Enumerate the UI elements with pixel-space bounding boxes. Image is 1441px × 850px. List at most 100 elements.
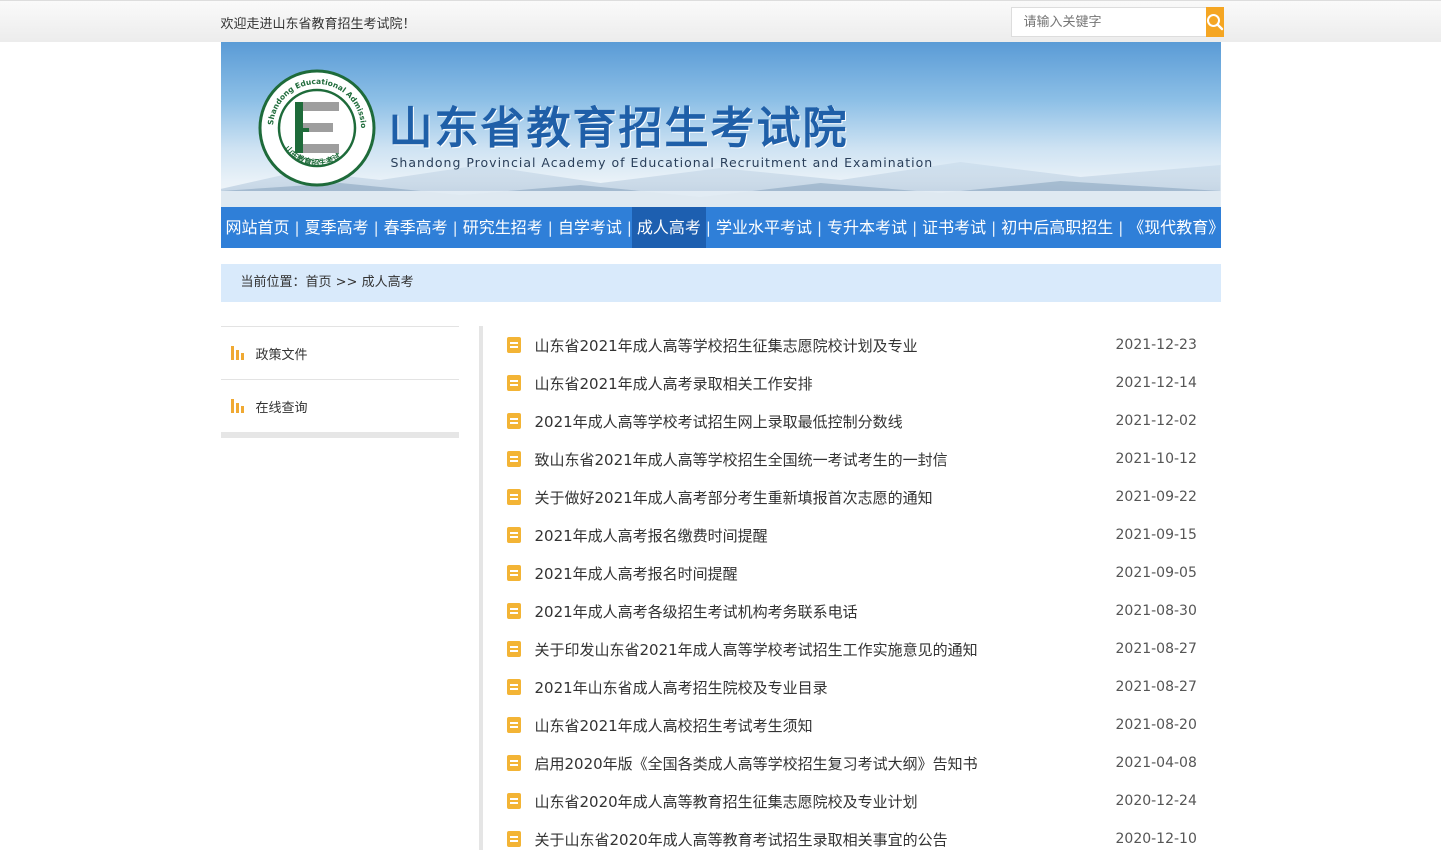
nav-item[interactable]: 春季高考 [379,207,453,248]
welcome-text: 欢迎走进山东省教育招生考试院！ [220,17,416,32]
article-date: 2021-10-12 [1115,451,1197,467]
nav-item[interactable]: 证书考试 [917,207,991,248]
article-date: 2021-12-14 [1115,375,1197,391]
list-item[interactable]: 2021年成人高考报名缴费时间提醒 2021-09-15 [506,516,1221,554]
sidebar-item-policy[interactable]: 政策文件 [220,326,459,379]
nav-item[interactable]: 自学考试 [553,207,627,248]
article-date: 2021-08-30 [1115,603,1197,619]
sidebar-item-label: 政策文件 [255,347,308,363]
list-item[interactable]: 关于做好2021年成人高考部分考生重新填报首次志愿的通知 2021-09-22 [506,478,1221,516]
search-box [1010,7,1224,37]
document-icon [506,755,521,771]
site-subtitle: Shandong Provincial Academy of Education… [390,155,934,170]
list-item[interactable]: 2021年成人高考报名时间提醒 2021-09-05 [506,554,1221,592]
nav-separator: | [452,218,458,237]
list-item[interactable]: 2021年成人高考各级招生考试机构考务联系电话 2021-08-30 [506,592,1221,630]
nav-separator: | [626,218,632,237]
nav-separator: | [912,218,918,237]
sidebar-item-label: 在线查询 [255,400,308,416]
article-date: 2020-12-10 [1115,831,1197,847]
divider [478,326,483,850]
document-icon [506,337,521,353]
article-title[interactable]: 山东省2020年成人高等教育招生征集志愿院校及专业计划 [535,791,1116,812]
article-title[interactable]: 关于印发山东省2021年成人高等学校考试招生工作实施意见的通知 [535,639,1116,660]
nav-item[interactable]: 网站首页 [221,207,295,248]
breadcrumb-path[interactable]: 首页 >> 成人高考 [306,275,414,290]
document-icon [506,641,521,657]
list-item[interactable]: 山东省2021年成人高校招生考试考生须知 2021-08-20 [506,706,1221,744]
breadcrumb: 当前位置：首页 >> 成人高考 [220,264,1221,302]
document-icon [506,375,521,391]
article-title[interactable]: 2021年山东省成人高考招生院校及专业目录 [535,677,1116,698]
article-date: 2020-12-24 [1115,793,1197,809]
article-title[interactable]: 致山东省2021年成人高等学校招生全国统一考试考生的一封信 [535,449,1116,470]
sidebar-footer [220,432,459,438]
nav-item[interactable]: 成人高考 [631,207,706,248]
list-item[interactable]: 关于印发山东省2021年成人高等学校考试招生工作实施意见的通知 2021-08-2… [506,630,1221,668]
document-icon [506,793,521,809]
article-title[interactable]: 2021年成人高考报名时间提醒 [535,563,1116,584]
article-date: 2021-09-22 [1115,489,1197,505]
article-title[interactable]: 山东省2021年成人高考录取相关工作安排 [535,373,1116,394]
article-date: 2021-04-08 [1115,755,1197,771]
list-item[interactable]: 2021年山东省成人高考招生院校及专业目录 2021-08-27 [506,668,1221,706]
nav-item[interactable]: 初中后高职招生 [996,207,1118,248]
article-title[interactable]: 关于山东省2020年成人高等教育考试招生录取相关事宜的公告 [535,829,1116,850]
document-icon [506,489,521,505]
nav-separator: | [1118,218,1124,237]
article-title[interactable]: 山东省2021年成人高等学校招生征集志愿院校计划及专业 [535,335,1116,356]
document-icon [506,451,521,467]
article-title[interactable]: 2021年成人高考各级招生考试机构考务联系电话 [535,601,1116,622]
breadcrumb-label: 当前位置： [240,275,306,290]
sidebar: 政策文件 在线查询 [220,326,459,438]
document-icon [506,527,521,543]
bar-chart-icon [230,399,245,413]
article-date: 2021-09-15 [1115,527,1197,543]
article-date: 2021-08-20 [1115,717,1197,733]
nav-item[interactable]: 学业水平考试 [711,207,817,248]
article-title[interactable]: 关于做好2021年成人高考部分考生重新填报首次志愿的通知 [535,487,1116,508]
article-date: 2021-08-27 [1115,641,1197,657]
bar-chart-icon [230,346,245,360]
search-input[interactable] [1010,7,1206,37]
article-date: 2021-12-02 [1115,413,1197,429]
list-item[interactable]: 山东省2020年成人高等教育招生征集志愿院校及专业计划 2020-12-24 [506,782,1221,820]
nav-separator: | [294,218,300,237]
nav-separator: | [991,218,997,237]
article-date: 2021-09-05 [1115,565,1197,581]
article-date: 2021-12-23 [1115,337,1197,353]
document-icon [506,413,521,429]
article-date: 2021-08-27 [1115,679,1197,695]
list-item[interactable]: 山东省2021年成人高等学校招生征集志愿院校计划及专业 2021-12-23 [506,326,1221,364]
document-icon [506,831,521,847]
article-title[interactable]: 山东省2021年成人高校招生考试考生须知 [535,715,1116,736]
list-item[interactable]: 启用2020年版《全国各类成人高等学校招生复习考试大纲》告知书 2021-04-0… [506,744,1221,782]
main-nav: 网站首页 | 夏季高考 | 春季高考 | 研究生招考 | 自学考试 | 成人高考 | 学业水平考试 | 专升… [220,207,1224,248]
article-title[interactable]: 2021年成人高等学校考试招生网上录取最低控制分数线 [535,411,1116,432]
document-icon [506,717,521,733]
nav-separator: | [705,218,711,237]
nav-item[interactable]: 夏季高考 [300,207,374,248]
search-icon [1206,14,1223,31]
nav-separator: | [373,218,379,237]
site-logo[interactable]: Shandong Educational Admission & Examina… [257,68,377,188]
list-item[interactable]: 致山东省2021年成人高等学校招生全国统一考试考生的一封信 2021-10-12 [506,440,1221,478]
article-list: 山东省2021年成人高等学校招生征集志愿院校计划及专业 2021-12-23 山东省… [506,326,1221,850]
top-bar: 欢迎走进山东省教育招生考试院！ [0,0,1441,42]
nav-item[interactable]: 专升本考试 [822,207,912,248]
document-icon [506,679,521,695]
nav-item[interactable]: 《现代教育》 [1123,207,1229,248]
site-title: 山东省教育招生考试院 [388,103,849,154]
search-button[interactable] [1205,7,1224,37]
article-title[interactable]: 2021年成人高考报名缴费时间提醒 [535,525,1116,546]
nav-item[interactable]: 研究生招考 [458,207,548,248]
site-banner: Shandong Educational Admission & Examina… [220,42,1221,207]
list-item[interactable]: 2021年成人高等学校考试招生网上录取最低控制分数线 2021-12-02 [506,402,1221,440]
list-item[interactable]: 山东省2021年成人高考录取相关工作安排 2021-12-14 [506,364,1221,402]
document-icon [506,603,521,619]
sidebar-item-online-query[interactable]: 在线查询 [220,379,459,432]
article-title[interactable]: 启用2020年版《全国各类成人高等学校招生复习考试大纲》告知书 [535,753,1116,774]
nav-separator: | [547,218,553,237]
list-item[interactable]: 关于山东省2020年成人高等教育考试招生录取相关事宜的公告 2020-12-10 [506,820,1221,850]
document-icon [506,565,521,581]
